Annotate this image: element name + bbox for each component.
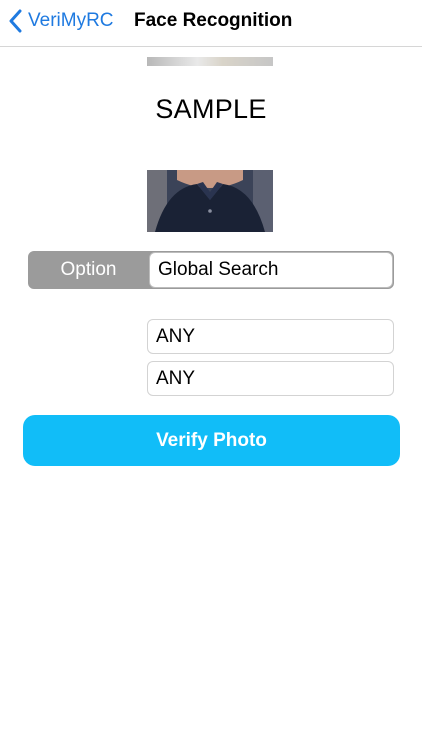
back-button[interactable]: VeriMyRC	[8, 8, 114, 34]
chevron-left-icon	[9, 9, 22, 33]
face-photo-image	[147, 170, 273, 232]
option-value-field[interactable]: Global Search	[149, 252, 393, 288]
sample-label: SAMPLE	[155, 94, 267, 124]
page-title: Face Recognition	[134, 10, 293, 31]
face-photo[interactable]	[147, 170, 273, 232]
option-selector[interactable]: Option Global Search	[28, 251, 394, 289]
navigation-bar: VeriMyRC Face Recognition	[0, 0, 422, 47]
filter-field-2[interactable]: ANY	[147, 361, 394, 396]
option-label: Option	[60, 259, 117, 280]
filter-field-1[interactable]: ANY	[147, 319, 394, 354]
verify-photo-button[interactable]: Verify Photo	[23, 415, 400, 466]
reference-photo	[147, 57, 273, 66]
back-button-label: VeriMyRC	[28, 10, 114, 31]
